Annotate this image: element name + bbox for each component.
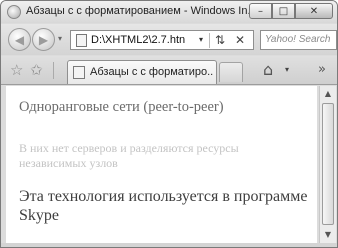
search-input[interactable]: Yahoo! Search (265, 34, 337, 48)
title-bar: Абзацы с с форматированием - Windows In.… (1, 1, 337, 23)
paragraph-skype: Эта технология используется в программе … (19, 188, 308, 224)
tab-bar: ☆ ✩ Абзацы с с форматиро... ⌂ ▾ » (1, 56, 337, 85)
window-title: Абзацы с с форматированием - Windows In.… (26, 5, 257, 17)
new-tab-button[interactable] (219, 62, 243, 82)
address-text[interactable]: D:\XHTML2\2.7.htn (91, 34, 197, 48)
navigation-bar: ◀ ▶ ▾ D:\XHTML2\2.7.htn ▾ ⇅ ✕ Yahoo! Sea… (1, 24, 337, 55)
stop-icon[interactable]: ✕ (235, 33, 245, 47)
address-bar[interactable]: D:\XHTML2\2.7.htn ▾ ⇅ ✕ (70, 30, 254, 50)
home-dropdown-icon[interactable]: ▾ (285, 65, 289, 74)
tab-divider (53, 62, 54, 79)
recent-pages-dropdown-icon[interactable]: ▾ (58, 34, 62, 43)
paragraph-no-servers: В них нет серверов и разделяются ресурсы… (19, 141, 239, 170)
add-favorite-icon[interactable]: ✩ (30, 61, 43, 79)
window-bottom-edge (1, 243, 337, 247)
home-icon[interactable]: ⌂ (263, 60, 273, 79)
page-content: Одноранговые сети (peer-to-peer) В них н… (6, 86, 317, 243)
tab-page-icon (73, 66, 85, 79)
minimize-button[interactable]: – (249, 3, 272, 19)
address-dropdown-icon[interactable]: ▾ (199, 35, 203, 44)
more-tools-icon[interactable]: » (318, 62, 326, 77)
back-button[interactable]: ◀ (8, 28, 31, 51)
window-controls: – □ ✕ (249, 3, 333, 20)
browser-icon (7, 5, 21, 19)
tab-label[interactable]: Абзацы с с форматиро... (90, 66, 214, 80)
browser-window: Абзацы с с форматированием - Windows In.… (0, 0, 338, 248)
scroll-thumb[interactable] (322, 103, 334, 225)
refresh-icon[interactable]: ⇅ (215, 33, 225, 47)
page-icon (76, 34, 87, 47)
tab-active[interactable]: Абзацы с с форматиро... (67, 60, 217, 84)
vertical-scrollbar[interactable]: ▲ ▼ (319, 86, 336, 243)
maximize-button[interactable]: □ (272, 3, 295, 19)
forward-button[interactable]: ▶ (32, 28, 55, 51)
scroll-up-arrow-icon[interactable]: ▲ (323, 89, 333, 99)
paragraph-peer-to-peer: Одноранговые сети (peer-to-peer) (19, 99, 224, 115)
search-box[interactable]: Yahoo! Search (260, 30, 337, 50)
favorites-star-icon[interactable]: ☆ (10, 61, 23, 79)
scroll-down-arrow-icon[interactable]: ▼ (323, 230, 333, 240)
address-divider (209, 33, 210, 48)
close-button[interactable]: ✕ (295, 3, 333, 19)
